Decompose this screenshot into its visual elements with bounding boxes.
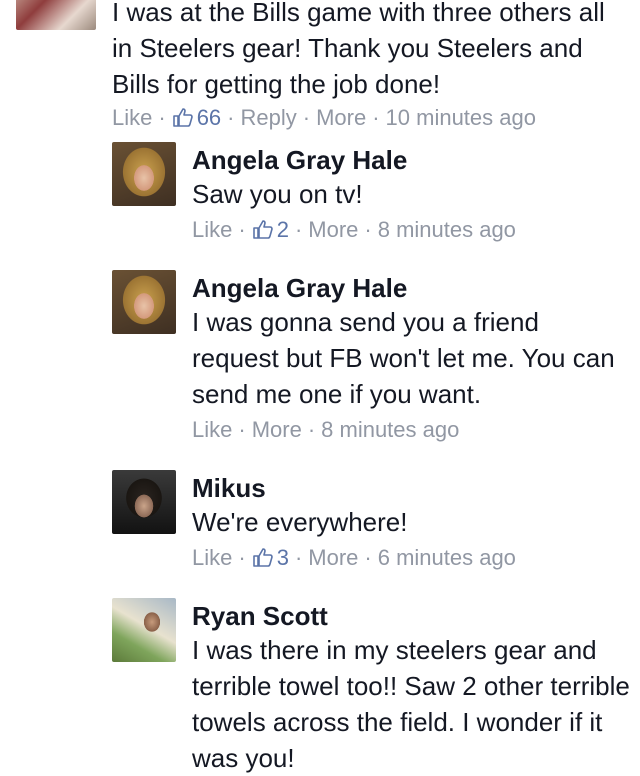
like-count[interactable]: 66	[172, 105, 221, 130]
like-count[interactable]: 3	[252, 545, 289, 570]
thumbs-up-icon	[172, 108, 193, 127]
author-name[interactable]: Angela Gray Hale	[192, 144, 632, 176]
timestamp[interactable]: 10 minutes ago	[386, 105, 536, 130]
reply-actions: Like · More · 8 minutes ago	[192, 417, 460, 442]
reply-text: I was gonna send you a friend request bu…	[192, 307, 615, 409]
more-link[interactable]: More	[316, 105, 366, 130]
reply-actions: Like · 2 · More · 8 minutes ago	[192, 217, 516, 242]
avatar[interactable]	[112, 598, 176, 662]
avatar[interactable]	[112, 270, 176, 334]
like-link[interactable]: Like	[112, 105, 152, 130]
like-link[interactable]: Like	[192, 417, 232, 442]
avatar[interactable]	[112, 470, 176, 534]
reply-text: I was there in my steelers gear and terr…	[192, 635, 630, 773]
timestamp[interactable]: 6 minutes ago	[378, 545, 516, 570]
reply-actions: Like · 3 · More · 6 minutes ago	[192, 545, 516, 570]
avatar[interactable]	[112, 142, 176, 206]
like-link[interactable]: Like	[192, 545, 232, 570]
timestamp[interactable]: 8 minutes ago	[378, 217, 516, 242]
avatar[interactable]	[16, 0, 96, 30]
thumbs-up-icon	[252, 548, 273, 567]
more-link[interactable]: More	[252, 417, 302, 442]
reply-text: Saw you on tv!	[192, 179, 363, 209]
reply-link[interactable]: Reply	[241, 105, 297, 130]
comment-text: I was at the Bills game with three other…	[112, 0, 605, 99]
more-link[interactable]: More	[308, 545, 358, 570]
more-link[interactable]: More	[308, 217, 358, 242]
author-name[interactable]: Ryan Scott	[192, 600, 632, 632]
author-name[interactable]: Angela Gray Hale	[192, 272, 632, 304]
like-count[interactable]: 2	[252, 217, 289, 242]
comment-actions: Like · 66 · Reply · More · 10 minutes ago	[112, 105, 536, 130]
thumbs-up-icon	[252, 220, 273, 239]
reply-text: We're everywhere!	[192, 507, 408, 537]
like-link[interactable]: Like	[192, 217, 232, 242]
timestamp[interactable]: 8 minutes ago	[321, 417, 459, 442]
author-name[interactable]: Mikus	[192, 472, 632, 504]
